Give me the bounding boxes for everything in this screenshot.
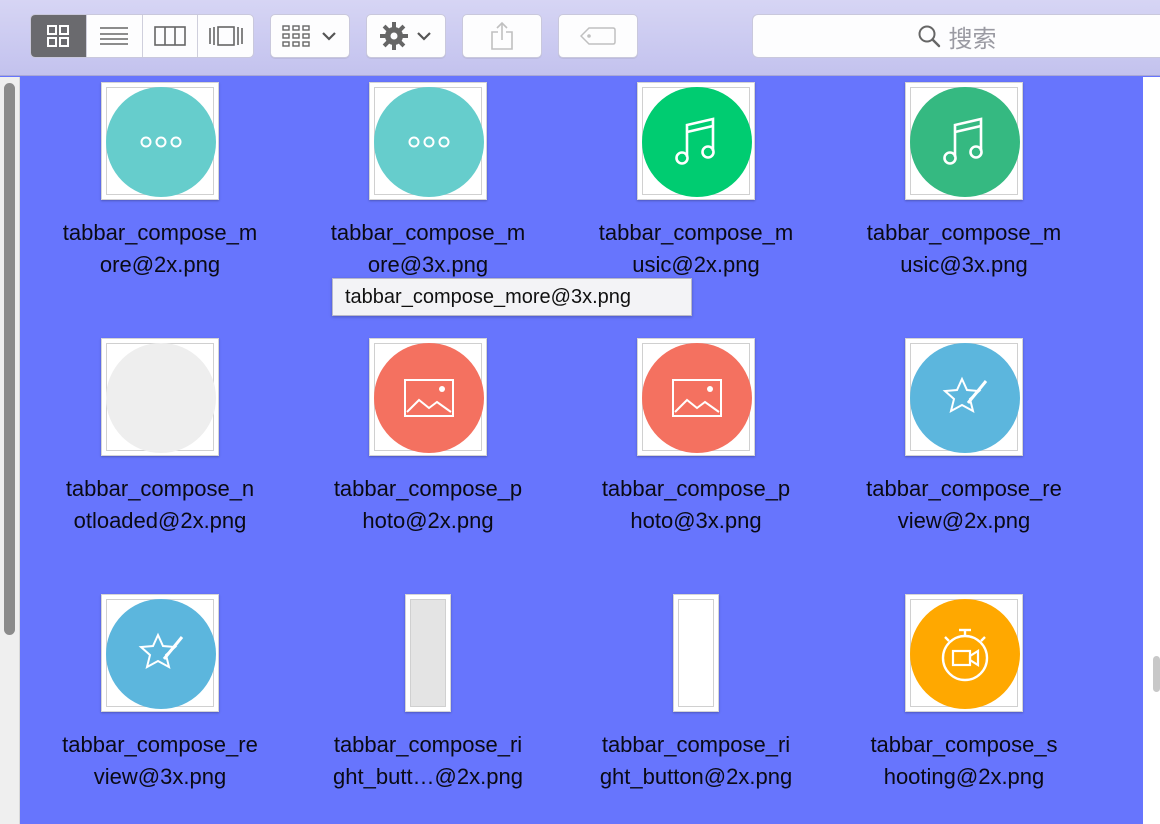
chevron-down-icon xyxy=(322,32,336,41)
file-thumbnail[interactable] xyxy=(405,594,451,712)
gear-icon xyxy=(380,22,408,50)
arrange-grid-icon xyxy=(282,25,310,47)
file-name-line-1: tabbar_compose_n xyxy=(65,476,255,501)
share-icon xyxy=(491,21,513,50)
share-button[interactable] xyxy=(462,14,542,58)
file-name-line-1: tabbar_compose_m xyxy=(866,220,1062,245)
video-timer-icon xyxy=(941,628,989,682)
file-thumbnail[interactable] xyxy=(637,82,755,200)
file-thumbnail[interactable] xyxy=(637,338,755,456)
cover-flow-icon xyxy=(208,26,243,46)
icon-circle xyxy=(106,343,216,453)
star-pen-icon xyxy=(138,632,184,669)
search-field[interactable]: 搜索 xyxy=(752,14,1160,58)
view-mode-selector xyxy=(30,14,254,58)
tag-icon xyxy=(580,27,616,45)
file-name-line-1: tabbar_compose_ri xyxy=(333,732,523,757)
icon-circle xyxy=(910,87,1020,197)
music-note-icon xyxy=(943,117,983,165)
file-name-line-1: tabbar_compose_re xyxy=(62,732,258,757)
photo-icon xyxy=(404,379,454,417)
music-note-icon xyxy=(675,117,715,165)
file-name-line-2: ght_butt…@2x.png xyxy=(333,764,523,789)
button-bar-image xyxy=(678,599,714,707)
file-name-line-2: ore@2x.png xyxy=(99,252,221,277)
file-name-line-2: hoto@2x.png xyxy=(362,508,494,533)
file-name-line-2: hooting@2x.png xyxy=(883,764,1045,789)
list-view-button[interactable] xyxy=(87,15,143,57)
arrange-button[interactable] xyxy=(270,14,350,58)
file-name-line-2: usic@2x.png xyxy=(632,252,760,277)
chevron-down-icon xyxy=(417,32,431,41)
icon-circle xyxy=(374,343,484,453)
file-name-line-2: view@2x.png xyxy=(897,508,1031,533)
file-thumbnail[interactable] xyxy=(905,338,1023,456)
grid-icon xyxy=(47,25,70,47)
right-scrollbar-track[interactable] xyxy=(1143,77,1160,824)
finder-toolbar: 搜索 xyxy=(0,0,1160,76)
list-icon xyxy=(100,27,129,45)
icon-circle xyxy=(642,87,752,197)
search-icon xyxy=(918,25,940,48)
tag-button[interactable] xyxy=(558,14,638,58)
file-thumbnail[interactable] xyxy=(369,338,487,456)
icon-circle xyxy=(106,599,216,709)
file-name-line-2: otloaded@2x.png xyxy=(73,508,247,533)
column-view-button[interactable] xyxy=(143,15,199,57)
file-name-line-1: tabbar_compose_s xyxy=(870,732,1058,757)
icon-circle xyxy=(374,87,484,197)
file-name-line-2: ore@3x.png xyxy=(367,252,489,277)
file-name-line-1: tabbar_compose_m xyxy=(62,220,258,245)
file-name-line-2: usic@3x.png xyxy=(900,252,1028,277)
file-name-line-1: tabbar_compose_m xyxy=(598,220,794,245)
file-thumbnail[interactable] xyxy=(101,594,219,712)
file-thumbnail[interactable] xyxy=(369,82,487,200)
icon-circle xyxy=(910,343,1020,453)
right-scrollbar-thumb[interactable] xyxy=(1153,656,1160,692)
cover-flow-view-button[interactable] xyxy=(198,15,253,57)
file-name-line-1: tabbar_compose_re xyxy=(866,476,1062,501)
file-thumbnail[interactable] xyxy=(101,82,219,200)
more-dots-icon xyxy=(140,136,182,148)
filename-tooltip: tabbar_compose_more@3x.png xyxy=(332,278,692,316)
icon-circle xyxy=(106,87,216,197)
file-name-line-2: view@3x.png xyxy=(93,764,227,789)
button-bar-image xyxy=(410,599,446,707)
action-button[interactable] xyxy=(366,14,446,58)
file-name-line-1: tabbar_compose_p xyxy=(333,476,523,501)
file-name-line-1: tabbar_compose_m xyxy=(330,220,526,245)
file-name-line-2: hoto@3x.png xyxy=(630,508,762,533)
photo-icon xyxy=(672,379,722,417)
file-thumbnail[interactable] xyxy=(905,82,1023,200)
columns-icon xyxy=(154,26,186,46)
file-name-line-2: ght_button@2x.png xyxy=(599,764,793,789)
file-thumbnail[interactable] xyxy=(673,594,719,712)
search-placeholder: 搜索 xyxy=(948,25,997,53)
file-name-line-1: tabbar_compose_p xyxy=(601,476,791,501)
file-thumbnail[interactable] xyxy=(101,338,219,456)
left-scrollbar-thumb[interactable] xyxy=(4,83,15,635)
star-pen-icon xyxy=(942,376,988,413)
more-dots-icon xyxy=(408,136,450,148)
icon-circle xyxy=(910,599,1020,709)
file-thumbnail[interactable] xyxy=(905,594,1023,712)
icon-view-button[interactable] xyxy=(31,15,87,57)
file-name-line-1: tabbar_compose_ri xyxy=(601,732,791,757)
left-scrollbar-track[interactable] xyxy=(0,77,20,824)
icon-circle xyxy=(642,343,752,453)
